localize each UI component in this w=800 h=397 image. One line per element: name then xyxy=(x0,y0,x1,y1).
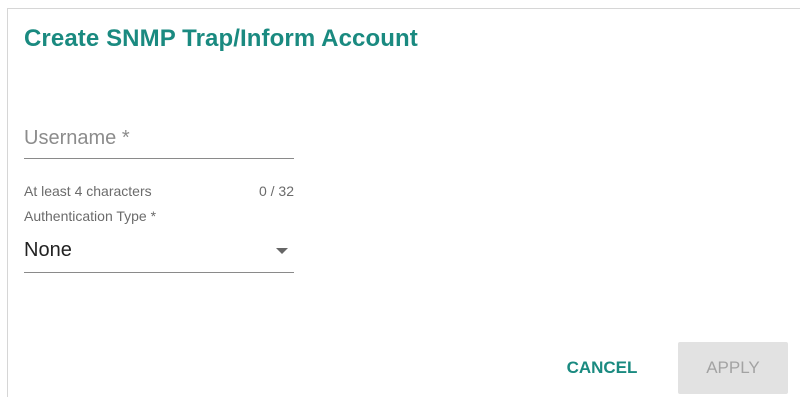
authentication-type-label: Authentication Type * xyxy=(24,208,157,224)
apply-button[interactable]: APPLY xyxy=(678,342,788,394)
username-hint: At least 4 characters xyxy=(24,183,152,199)
dialog-title: Create SNMP Trap/Inform Account xyxy=(24,25,418,52)
chevron-down-icon[interactable] xyxy=(276,248,288,254)
username-char-counter: 0 / 32 xyxy=(258,183,294,199)
create-snmp-trap-dialog: Create SNMP Trap/Inform Account At least… xyxy=(7,8,800,397)
cancel-button[interactable]: CANCEL xyxy=(548,342,656,394)
authentication-type-select[interactable]: None xyxy=(24,237,294,273)
username-field[interactable] xyxy=(24,119,294,159)
username-input[interactable] xyxy=(24,119,294,159)
authentication-type-value: None xyxy=(24,239,72,261)
